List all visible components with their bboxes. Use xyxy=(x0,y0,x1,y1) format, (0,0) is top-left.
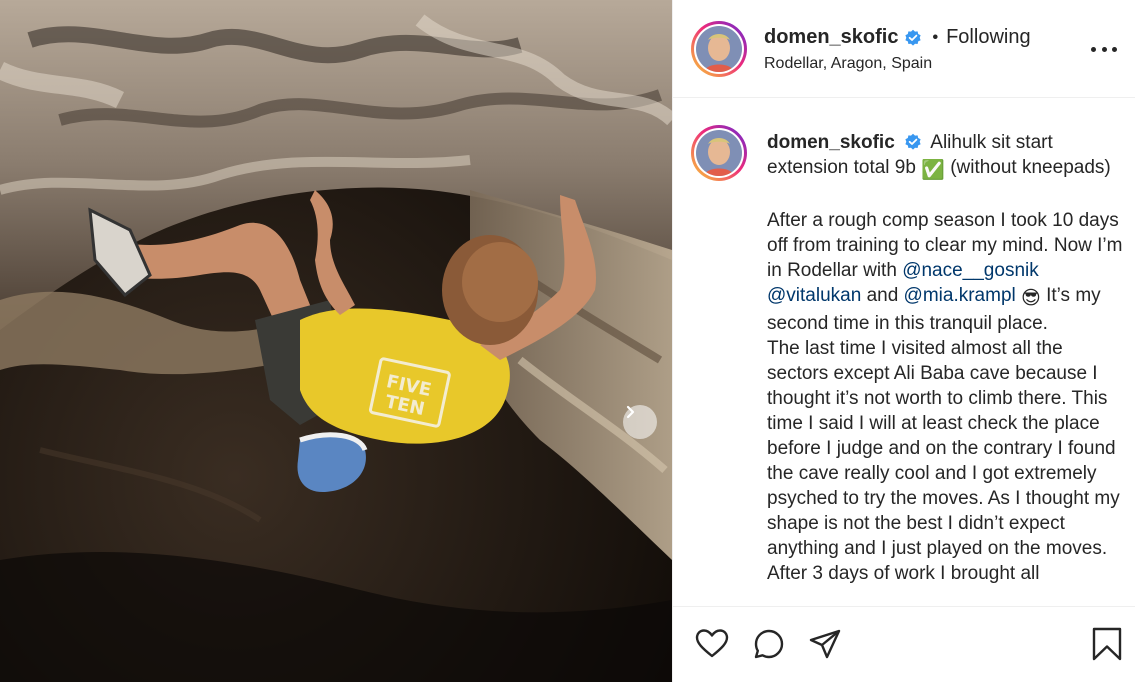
more-options-icon[interactable] xyxy=(1091,38,1117,60)
comment-icon xyxy=(754,629,784,659)
caption-second-paragraph: After a rough comp season I took 10 days… xyxy=(767,208,1127,586)
like-button[interactable] xyxy=(694,626,730,662)
climbing-photo: FIVE TEN xyxy=(0,0,672,682)
caption-area: domen_skofic Alihulk sit start extension… xyxy=(673,98,1135,606)
profile-picture xyxy=(696,26,742,72)
post-header: domen_skofic • Following Rodellar, Arago… xyxy=(673,0,1135,98)
post-location[interactable]: Rodellar, Aragon, Spain xyxy=(764,55,932,73)
caption-text-line1-end: (without kneepads) xyxy=(950,157,1111,178)
caption-avatar[interactable] xyxy=(691,125,747,181)
check-mark-emoji: ✅ xyxy=(921,160,945,181)
author-row: domen_skofic • Following xyxy=(764,26,1031,49)
mention-link[interactable]: @mia.krampl xyxy=(904,285,1016,306)
post-photo[interactable]: FIVE TEN xyxy=(0,0,672,682)
sunglasses-emoji: 😎 xyxy=(1021,288,1041,309)
heart-icon xyxy=(695,629,729,658)
next-photo-button[interactable] xyxy=(623,405,657,439)
profile-picture xyxy=(696,130,742,176)
author-username[interactable]: domen_skofic xyxy=(764,26,898,49)
caption-text-para3: The last time I visited almost all the s… xyxy=(767,338,1120,584)
bookmark-icon xyxy=(1092,627,1122,661)
avatar[interactable] xyxy=(691,21,747,77)
caption-first-paragraph: domen_skofic Alihulk sit start extension… xyxy=(767,130,1127,183)
caption-username[interactable]: domen_skofic xyxy=(767,132,895,153)
caption-text-and: and xyxy=(866,285,899,306)
comment-button[interactable] xyxy=(751,626,787,662)
post-actions-bar xyxy=(673,606,1135,682)
chevron-right-icon xyxy=(626,405,635,419)
separator-dot: • xyxy=(932,28,939,46)
post-side-panel: domen_skofic • Following Rodellar, Arago… xyxy=(672,0,1135,682)
share-button[interactable] xyxy=(807,626,843,662)
save-button[interactable] xyxy=(1089,626,1125,662)
post-caption: domen_skofic Alihulk sit start extension… xyxy=(767,130,1127,586)
verified-badge-icon xyxy=(905,29,922,46)
mention-link[interactable]: @vitalukan xyxy=(767,285,861,306)
instagram-post: FIVE TEN domen_skofic • Following Rodell… xyxy=(0,0,1135,682)
following-button[interactable]: Following xyxy=(946,26,1030,49)
paper-plane-icon xyxy=(809,629,841,659)
verified-badge-icon xyxy=(905,133,921,150)
mention-link[interactable]: @nace__gosnik xyxy=(902,260,1039,281)
